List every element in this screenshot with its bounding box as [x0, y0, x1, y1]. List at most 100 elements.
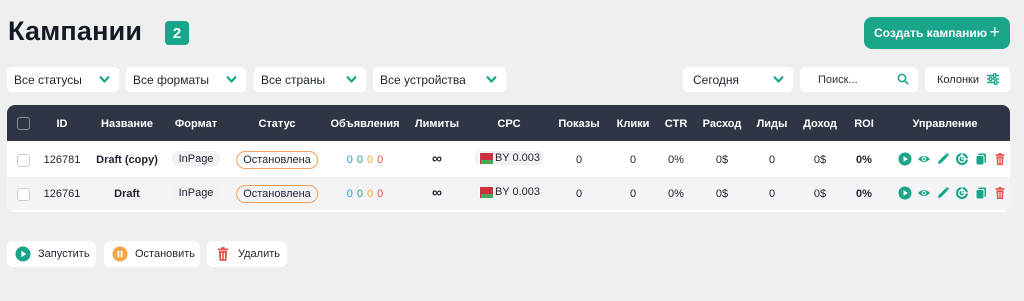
bulk-delete-button[interactable]: Удалить	[207, 241, 287, 267]
columns-button[interactable]: Колонки	[925, 67, 1010, 92]
pause-icon	[112, 246, 128, 262]
ads-counts: 0000	[346, 188, 388, 200]
campaign-name[interactable]: Draft (copy)	[96, 154, 158, 166]
columns-button-label: Колонки	[937, 73, 979, 86]
col-impressions[interactable]: Показы	[558, 118, 599, 130]
cpc-value: BY 0.003	[474, 151, 544, 165]
belarus-flag-icon	[477, 186, 493, 198]
play-icon[interactable]	[898, 186, 912, 200]
spend-value: 0$	[715, 188, 729, 200]
sliders-icon	[987, 73, 999, 85]
row-checkbox[interactable]	[17, 188, 30, 201]
period-filter[interactable]: Сегодня	[683, 67, 793, 92]
country-filter[interactable]: Все страны	[254, 67, 366, 92]
row-actions	[898, 186, 1007, 200]
trash-icon	[217, 247, 229, 261]
search-input[interactable]	[818, 73, 903, 86]
col-spend[interactable]: Расход	[703, 118, 742, 130]
clicks-value: 0	[629, 154, 637, 166]
roi-value: 0%	[856, 188, 872, 200]
col-id[interactable]: ID	[57, 118, 68, 130]
page-title: Кампании	[8, 16, 143, 46]
col-ads[interactable]: Объявления	[330, 118, 399, 130]
play-icon[interactable]	[898, 152, 912, 166]
copy-icon[interactable]	[974, 152, 988, 166]
period-filter-label: Сегодня	[693, 72, 739, 87]
cpc-value: BY 0.003	[474, 185, 544, 199]
campaigns-table: ID Название Формат Статус Объявления Лим…	[7, 105, 1010, 212]
row-actions	[898, 152, 1007, 166]
col-leads[interactable]: Лиды	[757, 118, 788, 130]
status-badge: Остановлена	[236, 185, 318, 203]
ctr-value: 0%	[668, 154, 684, 166]
limits-value: ∞	[432, 184, 442, 200]
campaign-count-badge: 2	[165, 21, 189, 45]
play-icon	[15, 246, 31, 262]
bulk-stop-label: Остановить	[135, 248, 196, 260]
table-header: ID Название Формат Статус Объявления Лим…	[7, 105, 1010, 141]
ctr-value: 0%	[668, 188, 684, 200]
status-filter-label: Все статусы	[14, 72, 82, 87]
plus-icon: +	[989, 22, 1000, 42]
device-filter[interactable]: Все устройства	[373, 67, 506, 92]
roi-value: 0%	[856, 154, 872, 166]
col-name[interactable]: Название	[101, 118, 153, 130]
ads-counts: 0000	[346, 154, 388, 166]
stats-icon[interactable]	[955, 186, 969, 200]
chevron-down-icon	[346, 76, 357, 83]
chevron-down-icon	[226, 76, 237, 83]
select-all-checkbox[interactable]	[17, 117, 30, 130]
col-actions: Управление	[912, 118, 978, 130]
search-icon[interactable]	[897, 73, 909, 85]
col-clicks[interactable]: Клики	[617, 118, 650, 130]
eye-icon[interactable]	[917, 152, 931, 166]
device-filter-label: Все устройства	[380, 72, 466, 87]
col-revenue[interactable]: Доход	[803, 118, 837, 130]
format-filter-label: Все форматы	[133, 72, 210, 87]
campaign-name[interactable]: Draft	[114, 188, 140, 200]
leads-value: 0	[768, 188, 776, 200]
belarus-flag-icon	[477, 152, 493, 164]
table-row: 126781 Draft (copy) InPage Остановлена 0…	[7, 143, 1010, 176]
col-ctr[interactable]: CTR	[665, 118, 688, 130]
col-roi[interactable]: ROI	[854, 118, 874, 130]
copy-icon[interactable]	[974, 186, 988, 200]
campaign-id: 126761	[43, 188, 81, 200]
pencil-icon[interactable]	[936, 186, 950, 200]
eye-icon[interactable]	[917, 186, 931, 200]
stats-icon[interactable]	[955, 152, 969, 166]
create-campaign-label: Создать кампанию	[874, 26, 988, 40]
bulk-start-button[interactable]: Запустить	[7, 241, 96, 267]
format-badge: InPage	[171, 185, 221, 201]
bulk-stop-button[interactable]: Остановить	[104, 241, 200, 267]
status-filter[interactable]: Все статусы	[7, 67, 119, 92]
clicks-value: 0	[629, 188, 637, 200]
chevron-down-icon	[99, 76, 110, 83]
col-status[interactable]: Статус	[258, 118, 295, 130]
revenue-value: 0$	[813, 188, 827, 200]
chevron-down-icon	[773, 76, 784, 83]
col-limits[interactable]: Лимиты	[415, 118, 459, 130]
format-badge: InPage	[171, 151, 221, 167]
trash-icon[interactable]	[993, 186, 1007, 200]
bulk-start-label: Запустить	[38, 248, 90, 260]
impressions-value: 0	[575, 154, 583, 166]
create-campaign-button[interactable]: Создать кампанию +	[864, 17, 1010, 49]
status-badge: Остановлена	[236, 151, 318, 169]
bulk-delete-label: Удалить	[238, 248, 280, 260]
limits-value: ∞	[432, 150, 442, 166]
table-row: 126761 Draft InPage Остановлена 0000 ∞ B…	[7, 177, 1010, 210]
campaign-id: 126781	[43, 154, 81, 166]
col-format[interactable]: Формат	[175, 118, 217, 130]
col-cpc[interactable]: CPC	[497, 118, 520, 130]
search-box	[800, 67, 918, 92]
spend-value: 0$	[715, 154, 729, 166]
pencil-icon[interactable]	[936, 152, 950, 166]
revenue-value: 0$	[813, 154, 827, 166]
format-filter[interactable]: Все форматы	[126, 67, 246, 92]
chevron-down-icon	[486, 76, 497, 83]
row-checkbox[interactable]	[17, 154, 30, 167]
trash-icon[interactable]	[993, 152, 1007, 166]
leads-value: 0	[768, 154, 776, 166]
impressions-value: 0	[575, 188, 583, 200]
